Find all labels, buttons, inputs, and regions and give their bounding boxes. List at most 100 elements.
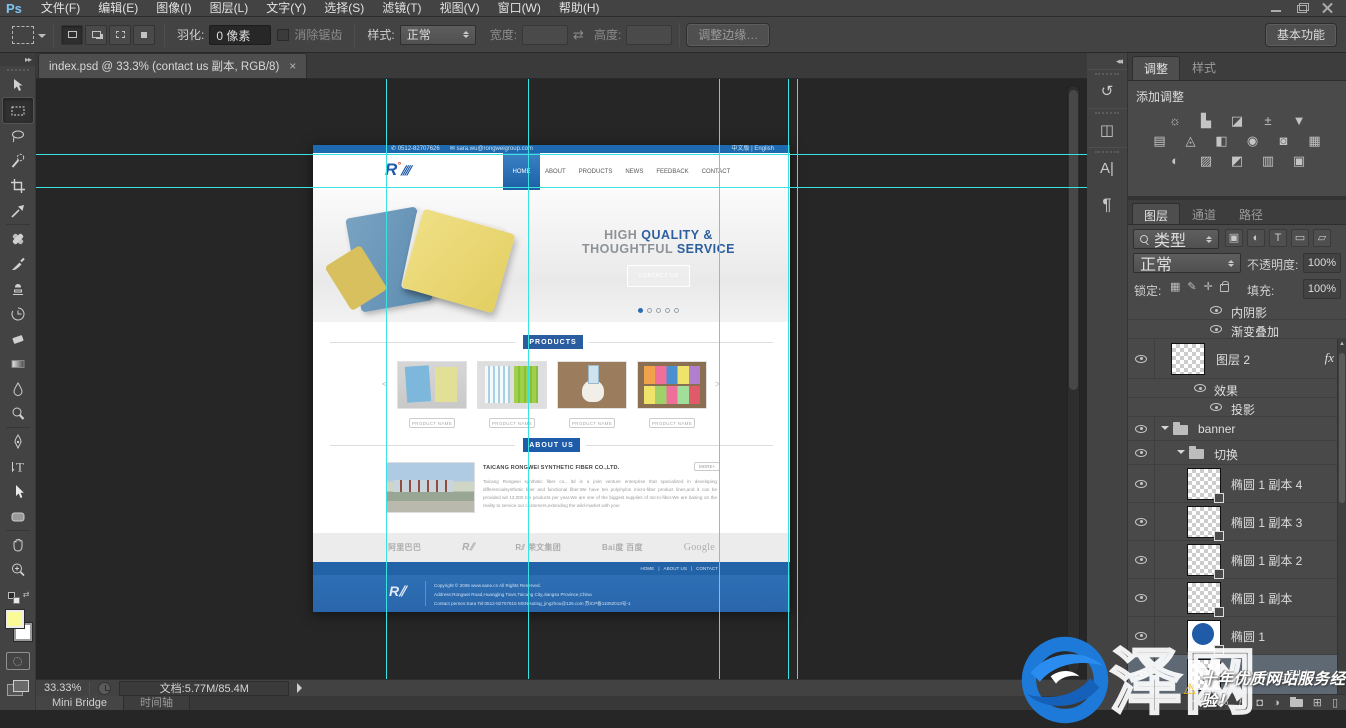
filter-type-layers-icon[interactable]: T: [1269, 229, 1287, 247]
lock-position-icon[interactable]: ✛: [1204, 280, 1213, 293]
tool-crop[interactable]: [3, 173, 33, 198]
product-name-label[interactable]: PRODUCT NAME: [409, 418, 455, 428]
scrollbar-thumb[interactable]: [1069, 90, 1078, 390]
lock-all-icon[interactable]: [1220, 284, 1229, 292]
visibility-toggle[interactable]: [1128, 441, 1155, 464]
scrollbar-thumb[interactable]: [1339, 353, 1345, 503]
layer-effect-row[interactable]: 渐变叠加: [1128, 320, 1346, 339]
selective-color-icon[interactable]: ▣: [1288, 152, 1310, 169]
site-nav-feedback[interactable]: FEEDBACK: [656, 169, 688, 175]
layer-row[interactable]: 椭圆 1 副本 4: [1128, 465, 1346, 503]
banner-dot[interactable]: [638, 308, 643, 313]
filter-smart-objects-icon[interactable]: ▱: [1313, 229, 1331, 247]
layer-row-selected[interactable]: T contact us 副本: [1128, 655, 1346, 695]
tool-blur[interactable]: [3, 376, 33, 401]
photo-filter-icon[interactable]: ◉: [1242, 132, 1264, 149]
layer-effect-header-row[interactable]: 效果: [1128, 379, 1346, 398]
layer-thumbnail[interactable]: [1188, 469, 1220, 499]
guide-vertical[interactable]: [528, 79, 529, 679]
vibrance-icon[interactable]: ▼: [1288, 112, 1310, 129]
layer-group-row[interactable]: 切换: [1128, 441, 1346, 465]
zoom-level-field[interactable]: 33.33%: [36, 682, 89, 694]
new-group-icon[interactable]: [1290, 699, 1303, 707]
add-to-selection-button[interactable]: [85, 25, 107, 45]
minimize-button[interactable]: [1270, 3, 1282, 13]
menu-file[interactable]: 文件(F): [32, 0, 89, 17]
layer-thumbnail[interactable]: T: [1188, 660, 1220, 690]
guide-vertical[interactable]: [386, 79, 387, 679]
default-colors-control[interactable]: ⇄: [8, 590, 28, 606]
layer-row[interactable]: 椭圆 1: [1128, 617, 1346, 655]
partner-alibaba[interactable]: 阿里巴巴: [388, 542, 421, 553]
curves-icon[interactable]: ◪: [1226, 112, 1248, 129]
brightness-contrast-icon[interactable]: ☼: [1164, 112, 1186, 129]
layer-thumbnail[interactable]: [1188, 621, 1220, 651]
filter-adjustment-layers-icon[interactable]: ◐: [1247, 229, 1265, 247]
delete-layer-icon[interactable]: ▯: [1332, 696, 1338, 709]
new-layer-icon[interactable]: ⊞: [1313, 696, 1322, 709]
tool-type[interactable]: T: [3, 454, 33, 479]
tab-styles[interactable]: 样式: [1181, 56, 1227, 80]
banner-cta-button[interactable]: CONTACT US: [627, 265, 689, 287]
footer-link-contact[interactable]: CONTACT: [696, 566, 718, 571]
tool-eraser[interactable]: [3, 326, 33, 351]
new-selection-button[interactable]: [61, 25, 83, 45]
height-input[interactable]: [626, 25, 672, 45]
swap-dimensions-icon[interactable]: ⇄: [573, 27, 584, 43]
tool-path-selection[interactable]: [3, 479, 33, 504]
color-balance-icon[interactable]: ◬: [1180, 132, 1202, 149]
tool-rounded-rectangle[interactable]: [3, 504, 33, 529]
tool-rectangular-marquee[interactable]: [3, 98, 33, 123]
restore-button[interactable]: [1296, 3, 1308, 13]
threshold-icon[interactable]: ◩: [1226, 152, 1248, 169]
menu-filter[interactable]: 滤镜(T): [373, 0, 430, 17]
quick-mask-button[interactable]: [6, 652, 30, 670]
site-nav-contact[interactable]: CONTACT: [702, 169, 731, 175]
visibility-toggle[interactable]: [1128, 417, 1155, 440]
partner-rongwei[interactable]: R⫽: [462, 542, 474, 553]
site-nav-about[interactable]: ABOUT: [545, 169, 566, 175]
channel-mixer-icon[interactable]: ◙: [1273, 132, 1295, 149]
invert-icon[interactable]: ◐: [1164, 152, 1186, 169]
site-nav-products[interactable]: PRODUCTS: [579, 169, 613, 175]
banner-pagination[interactable]: [531, 300, 786, 318]
antialias-checkbox[interactable]: [277, 29, 289, 41]
style-dropdown[interactable]: 正常: [400, 25, 476, 45]
tool-preset-icon[interactable]: [12, 26, 34, 44]
foreground-color-swatch[interactable]: [6, 610, 24, 628]
group-expand-icon[interactable]: [1161, 426, 1169, 434]
status-clock-icon[interactable]: [98, 682, 111, 695]
visibility-toggle[interactable]: [1128, 465, 1155, 502]
visibility-toggle[interactable]: [1128, 579, 1155, 616]
eye-icon[interactable]: [1194, 384, 1206, 392]
posterize-icon[interactable]: ▨: [1195, 152, 1217, 169]
layer-styles-icon[interactable]: fx: [1238, 697, 1246, 709]
tool-history-brush[interactable]: [3, 301, 33, 326]
tool-move[interactable]: [3, 73, 33, 98]
scroll-up-icon[interactable]: ▲: [1338, 339, 1346, 347]
tab-timeline[interactable]: 时间轴: [124, 696, 190, 710]
menu-window[interactable]: 窗口(W): [489, 0, 550, 17]
guide-horizontal[interactable]: [36, 187, 1087, 188]
levels-icon[interactable]: ▙: [1195, 112, 1217, 129]
fx-badge[interactable]: fx: [1325, 350, 1334, 366]
tool-quick-selection[interactable]: [3, 148, 33, 173]
panel-icon-paragraph[interactable]: ¶: [1087, 185, 1127, 223]
tool-preset-caret-icon[interactable]: [38, 34, 46, 42]
intersect-selection-button[interactable]: [133, 25, 155, 45]
color-lookup-icon[interactable]: ▦: [1304, 132, 1326, 149]
swap-colors-icon[interactable]: ⇄: [23, 590, 30, 599]
guide-vertical[interactable]: [797, 79, 798, 679]
layer-thumbnail[interactable]: [1188, 545, 1220, 575]
width-input[interactable]: [522, 25, 568, 45]
tool-brush[interactable]: [3, 251, 33, 276]
layer-row[interactable]: 椭圆 1 副本 3: [1128, 503, 1346, 541]
layer-row[interactable]: 椭圆 1 副本 2: [1128, 541, 1346, 579]
lock-pixels-icon[interactable]: ✎: [1187, 280, 1196, 293]
product-image[interactable]: [638, 362, 706, 408]
status-options-arrow-icon[interactable]: [297, 683, 307, 693]
fill-value[interactable]: 100%: [1303, 279, 1341, 299]
canvas-vertical-scrollbar[interactable]: [1067, 85, 1080, 673]
blend-mode-dropdown[interactable]: 正常: [1133, 253, 1241, 273]
layer-row[interactable]: 椭圆 1 副本: [1128, 579, 1346, 617]
